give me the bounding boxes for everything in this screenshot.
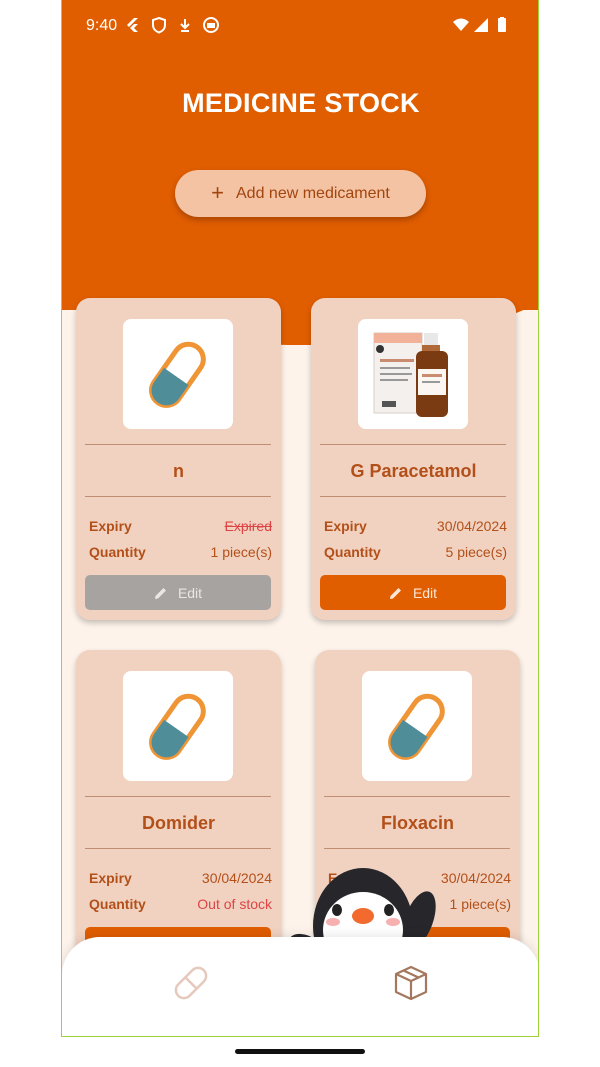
edit-button[interactable]: Edit — [320, 575, 506, 610]
quantity-value: Out of stock — [197, 896, 272, 912]
divider — [324, 848, 510, 849]
divider — [85, 444, 271, 445]
status-bar: 9:40 — [62, 0, 538, 52]
quantity-value: 1 piece(s) — [210, 544, 272, 560]
add-medicament-label: Add new medicament — [236, 184, 390, 202]
medicine-name: Floxacin — [380, 813, 455, 833]
expiry-value: 30/04/2024 — [436, 518, 507, 534]
shield-icon — [152, 16, 166, 34]
flutter-icon — [127, 18, 138, 32]
status-time: 9:40 — [86, 17, 118, 34]
medicine-name: Domider — [141, 813, 215, 833]
divider — [85, 796, 271, 797]
divider — [324, 796, 510, 797]
page-title: MEDICINE STOCK — [182, 88, 420, 118]
divider — [85, 848, 271, 849]
app-screen: 9:40 MEDICINE STOCK + Add new medicament… — [61, 0, 539, 1037]
expiry-label: Expiry — [89, 518, 132, 534]
add-medicament-button[interactable]: + Add new medicament — [175, 170, 426, 217]
medicine-card[interactable]: n Expiry Expired Quantity 1 piece(s) Edit — [76, 298, 281, 620]
pill-icon[interactable] — [170, 962, 212, 1004]
plus-icon: + — [211, 179, 224, 205]
divider — [320, 496, 506, 497]
divider — [320, 444, 506, 445]
pencil-icon — [154, 587, 166, 599]
edit-label: Edit — [412, 584, 438, 601]
signal-icon — [474, 18, 488, 32]
app-badge-icon — [203, 17, 219, 33]
pill-icon — [362, 671, 472, 781]
pill-icon — [123, 671, 233, 781]
quantity-label: Quantity — [89, 896, 146, 912]
divider — [85, 496, 271, 497]
box-icon[interactable] — [390, 962, 432, 1004]
battery-icon — [498, 17, 506, 32]
medicine-card[interactable]: Domider Expiry 30/04/2024 Quantity Out of … — [76, 650, 281, 972]
paracetamol-bottle-photo — [358, 319, 468, 429]
expiry-value: 30/04/2024 — [440, 870, 511, 886]
expiry-value: 30/04/2024 — [201, 870, 272, 886]
pencil-icon — [389, 587, 401, 599]
quantity-label: Quantity — [89, 544, 146, 560]
medicine-name: G Paracetamol — [350, 461, 477, 481]
bottom-navigation — [62, 937, 538, 1036]
wifi-icon — [453, 18, 469, 31]
edit-button[interactable]: Edit — [85, 575, 271, 610]
home-indicator[interactable] — [235, 1049, 365, 1054]
pill-icon — [123, 319, 233, 429]
expiry-value: Expired — [224, 518, 272, 534]
edit-label: Edit — [177, 584, 203, 601]
medicine-name: n — [173, 461, 184, 481]
quantity-label: Quantity — [324, 544, 381, 560]
expiry-label: Expiry — [89, 870, 132, 886]
expiry-label: Expiry — [324, 518, 367, 534]
quantity-value: 5 piece(s) — [445, 544, 507, 560]
medicine-card[interactable]: G Paracetamol Expiry 30/04/2024 Quantity 5… — [311, 298, 516, 620]
quantity-value: 1 piece(s) — [449, 896, 511, 912]
download-icon — [180, 19, 190, 32]
